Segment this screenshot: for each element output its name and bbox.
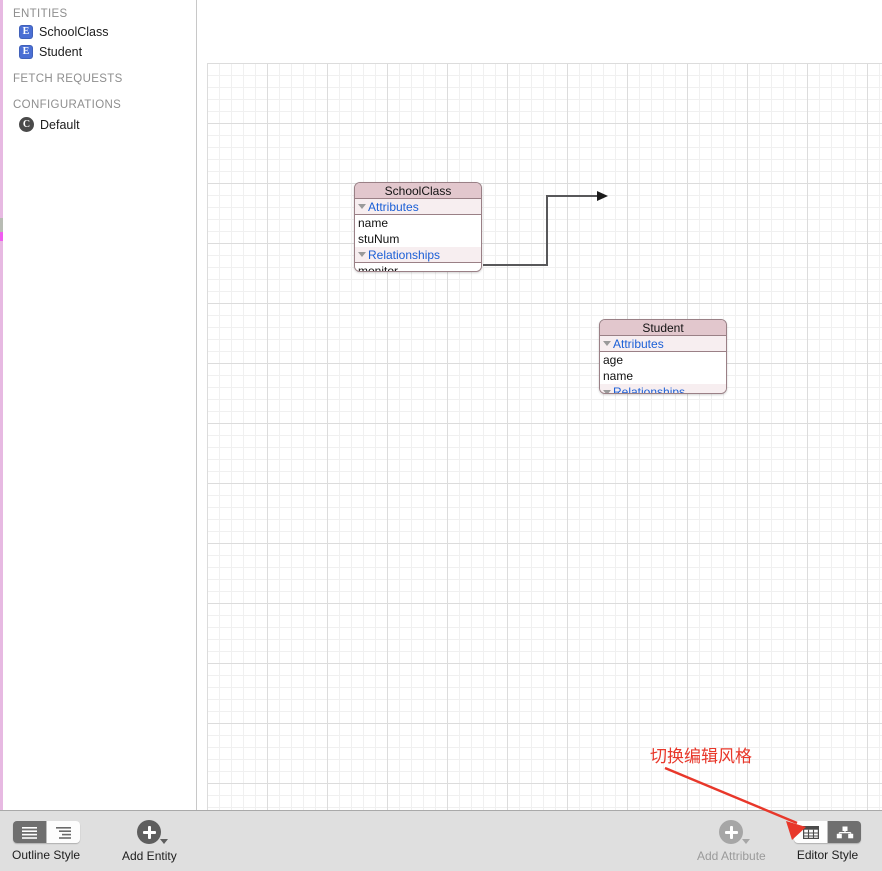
- entity-box-schoolclass[interactable]: SchoolClass Attributes name stuNum Relat…: [354, 182, 482, 272]
- outline-style-segmented-control[interactable]: [12, 821, 80, 843]
- entity-section-attributes[interactable]: Attributes: [355, 199, 481, 215]
- flat-list-icon[interactable]: [12, 821, 46, 843]
- chevron-down-icon[interactable]: [357, 250, 366, 259]
- sidebar-item-label: Student: [39, 45, 83, 59]
- sidebar-item-label: SchoolClass: [39, 25, 109, 39]
- annotation-label: 切换编辑风格: [650, 747, 752, 767]
- add-attribute-label: Add Attribute: [697, 849, 766, 863]
- editor-style-group: Editor Style: [794, 821, 861, 862]
- outline-style-group: Outline Style: [12, 821, 80, 862]
- add-entity-label: Add Entity: [122, 849, 177, 863]
- graph-editor-icon[interactable]: [827, 821, 861, 843]
- entity-section-relationships[interactable]: Relationships: [600, 384, 726, 394]
- outline-style-label: Outline Style: [12, 848, 81, 862]
- core-data-model-editor: ENTITIES E SchoolClass E Student FETCH R…: [0, 0, 882, 871]
- flat-list-glyph: [21, 826, 37, 839]
- add-attribute-group: Add Attribute: [697, 820, 766, 863]
- entity-box-student[interactable]: Student Attributes age name Relationship…: [599, 319, 727, 394]
- entity-box-title: SchoolClass: [355, 183, 481, 199]
- add-entity-group: Add Entity: [122, 820, 177, 863]
- entity-badge-icon: E: [19, 25, 33, 39]
- entity-section-label: Attributes: [368, 199, 419, 214]
- entity-attribute-row[interactable]: age: [600, 352, 726, 368]
- table-editor-icon[interactable]: [794, 821, 827, 843]
- hierarchy-list-icon[interactable]: [45, 821, 80, 843]
- add-entity-button[interactable]: [137, 820, 169, 844]
- canvas-grid: [207, 63, 882, 810]
- graph-editor-glyph: [836, 826, 853, 838]
- editor-style-segmented-control[interactable]: [794, 821, 861, 843]
- add-attribute-button[interactable]: [719, 820, 751, 844]
- entity-section-label: Relationships: [613, 385, 686, 394]
- editor-style-label: Editor Style: [796, 848, 859, 862]
- chevron-down-icon[interactable]: [602, 339, 611, 348]
- sidebar-item-label: Default: [40, 117, 80, 132]
- graph-editor-canvas[interactable]: SchoolClass Attributes name stuNum Relat…: [198, 0, 882, 810]
- model-outline-sidebar: ENTITIES E SchoolClass E Student FETCH R…: [3, 0, 197, 810]
- chevron-down-icon[interactable]: [742, 839, 751, 844]
- table-editor-glyph: [802, 825, 819, 839]
- chevron-down-icon[interactable]: [160, 839, 169, 844]
- entity-section-label: Relationships: [368, 247, 441, 262]
- hierarchy-list-glyph: [55, 826, 71, 839]
- chevron-down-icon[interactable]: [602, 388, 611, 393]
- sidebar-item-student[interactable]: E Student: [19, 45, 82, 59]
- entity-section-relationships[interactable]: Relationships: [355, 247, 481, 263]
- sidebar-item-schoolclass[interactable]: E SchoolClass: [19, 25, 108, 39]
- entity-badge-icon: E: [19, 45, 33, 59]
- entity-attribute-row[interactable]: stuNum: [355, 231, 481, 247]
- entity-relationship-row[interactable]: monitor: [355, 263, 481, 271]
- plus-vertical-bar: [147, 825, 151, 839]
- sidebar-section-header-configurations: CONFIGURATIONS: [13, 99, 122, 111]
- sidebar-item-default[interactable]: C Default: [19, 117, 80, 132]
- configuration-badge-icon: C: [19, 117, 34, 132]
- entity-box-title: Student: [600, 320, 726, 336]
- entity-attribute-row[interactable]: name: [600, 368, 726, 384]
- entity-section-attributes[interactable]: Attributes: [600, 336, 726, 352]
- plus-vertical-bar: [729, 825, 733, 839]
- bottom-toolbar: Outline Style Add Entity Add Attribute E…: [0, 810, 882, 871]
- sidebar-section-header-fetch-requests: FETCH REQUESTS: [13, 73, 123, 85]
- entity-attribute-row[interactable]: name: [355, 215, 481, 231]
- sidebar-section-header-entities: ENTITIES: [13, 8, 68, 20]
- entity-section-label: Attributes: [613, 336, 664, 351]
- chevron-down-icon[interactable]: [357, 202, 366, 211]
